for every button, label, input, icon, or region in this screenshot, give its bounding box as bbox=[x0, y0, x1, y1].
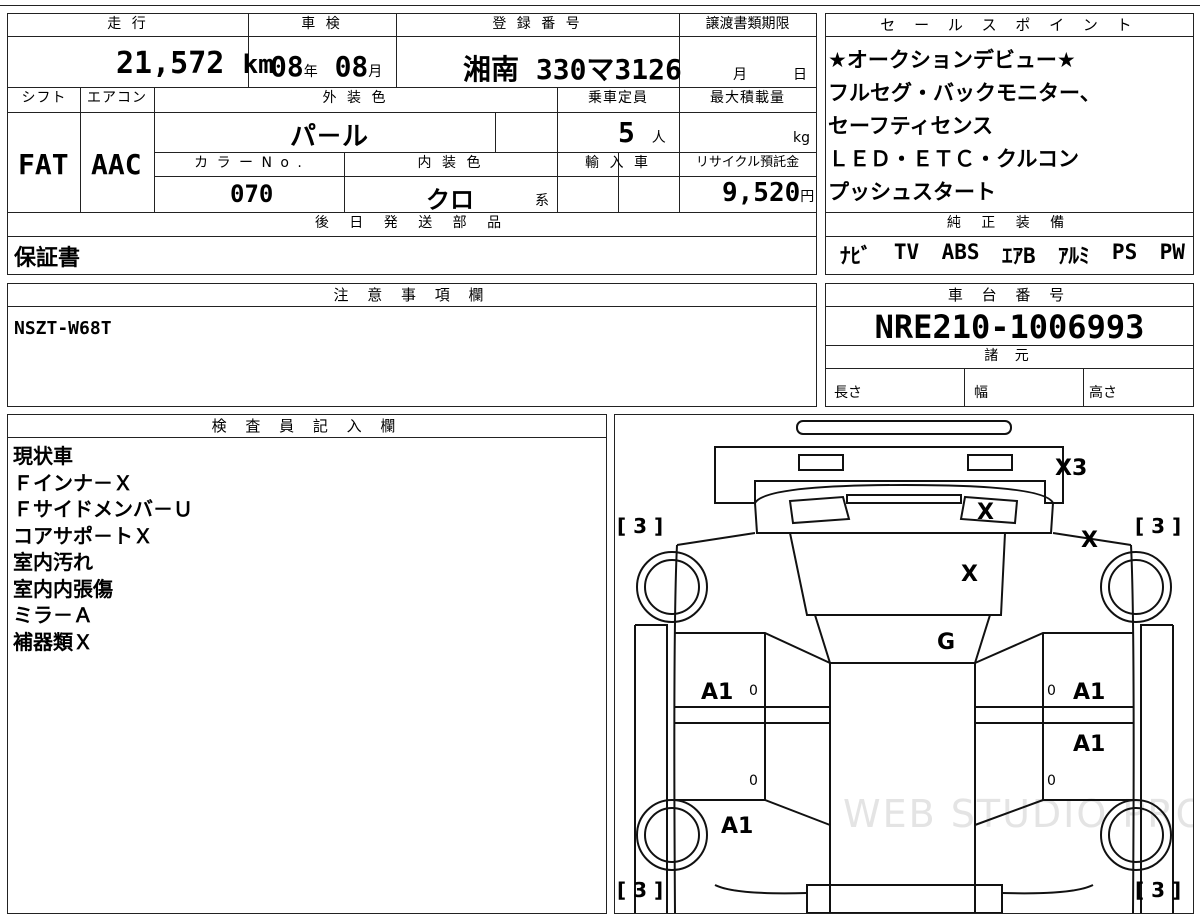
header-recycle: リサイクル預託金 bbox=[695, 155, 800, 170]
mark-rear-x3: X3 bbox=[1055, 456, 1087, 481]
header-notes: 注 意 事 項 欄 bbox=[8, 284, 816, 307]
sales-point-item: セーフティセンス bbox=[828, 114, 994, 138]
small-zero-3: 0 bbox=[749, 773, 758, 789]
header-shift: シフト bbox=[21, 90, 67, 106]
notes-box: 注 意 事 項 欄 NSZT-W68T bbox=[7, 283, 817, 407]
sales-point-item: ★オークションデビュー★ bbox=[828, 48, 1076, 72]
spec-height: 高さ bbox=[1089, 385, 1117, 401]
inspector-note-item: 現状車 bbox=[13, 444, 73, 468]
header-interior-color: 内 装 色 bbox=[417, 155, 484, 171]
header-exterior-color: 外 装 色 bbox=[322, 90, 389, 106]
inspector-note-item: 室内汚れ bbox=[13, 550, 93, 574]
spec-length: 長さ bbox=[834, 385, 862, 401]
header-later-parts: 後 日 発 送 部 品 bbox=[314, 215, 510, 231]
tire-top-left: [ 3 ] bbox=[617, 514, 663, 538]
sales-points-list: ★オークションデビュー★ フルセグ・バックモニター、 セーフティセンス ＬＥＤ・ＥＴＣ… bbox=[828, 44, 1101, 209]
mark-trunk-x: X bbox=[977, 500, 994, 525]
shift-value: FAT bbox=[18, 148, 69, 181]
capacity-value: 5 人 bbox=[618, 116, 666, 149]
max-load-unit: kg bbox=[793, 130, 810, 146]
mark-left-fender-a1: A1 bbox=[721, 814, 753, 839]
recycle-fee-value: 9,520円 bbox=[722, 178, 815, 208]
tire-top-right: [ 3 ] bbox=[1135, 514, 1181, 538]
exterior-color-value: パ－ル bbox=[290, 122, 369, 152]
registration-number: 湘南 330マ3126 bbox=[463, 53, 682, 86]
inspector-note-item: コアサポ－トＸ bbox=[13, 523, 153, 548]
top-cut-strip bbox=[0, 0, 1200, 6]
deadline-month: 月 bbox=[733, 67, 747, 83]
header-aircon: エアコン bbox=[87, 90, 147, 106]
inspector-note-item: Ｆインナ－Ｘ bbox=[13, 470, 133, 495]
header-genuine-equipment: 純 正 装 備 bbox=[946, 215, 1073, 231]
mark-right-front-door-a1: A1 bbox=[1073, 680, 1105, 705]
header-max-load: 最大積載量 bbox=[710, 90, 785, 106]
inspection-value: 08年 08月 bbox=[270, 50, 383, 83]
mark-right-rear-door-a1: A1 bbox=[1073, 732, 1105, 757]
deadline-day: 日 bbox=[793, 67, 807, 83]
header-chassis-number: 車 台 番 号 bbox=[826, 284, 1193, 307]
chassis-number-value: NRE210-1006993 bbox=[874, 308, 1145, 346]
sales-point-item: プッシュスタート bbox=[828, 180, 996, 204]
aircon-value: AAC bbox=[91, 148, 142, 181]
mileage-value: 21,572 km bbox=[116, 46, 274, 81]
mark-rear-side-x: X bbox=[1081, 528, 1098, 553]
inspector-note-item: Ｆサイドメンバ－Ｕ bbox=[13, 497, 193, 521]
small-zero-4: 0 bbox=[1047, 773, 1056, 789]
header-sales-points: セ ー ル ス ポ イ ン ト bbox=[826, 14, 1193, 37]
equipment-item: ﾅﾋﾞ bbox=[840, 244, 872, 268]
inspector-notes-list: 現状車 Ｆインナ－Ｘ Ｆサイドメンバ－Ｕ コアサポ－トＸ 室内汚れ 室内内張傷 ミラ－Ａ 補器… bbox=[13, 443, 193, 655]
color-no-value: 070 bbox=[230, 180, 274, 208]
inspection-year: 08 bbox=[270, 50, 304, 83]
vehicle-info-table: 走 行 車 検 登 録 番 号 譲渡書類期限 21,572 km 08年 08月… bbox=[7, 13, 817, 275]
later-parts-value: 保証書 bbox=[14, 246, 81, 271]
header-inspector: 検 査 員 記 入 欄 bbox=[8, 415, 606, 438]
notes-value: NSZT-W68T bbox=[14, 318, 112, 339]
inspector-note-item: 室内内張傷 bbox=[13, 576, 113, 601]
equipment-item: PS bbox=[1111, 240, 1138, 264]
header-color-no: カ ラ ー N o . bbox=[194, 155, 304, 171]
inspector-box: 検 査 員 記 入 欄 現状車 Ｆインナ－Ｘ Ｆサイドメンバ－Ｕ コアサポ－トＸ 室内汚… bbox=[7, 414, 607, 914]
inspection-month: 08 bbox=[334, 50, 369, 83]
tire-bottom-right: [ 3 ] bbox=[1135, 878, 1181, 902]
spec-width: 幅 bbox=[974, 385, 988, 401]
tire-bottom-left: [ 3 ] bbox=[617, 878, 663, 902]
small-zero-1: 0 bbox=[749, 683, 758, 699]
interior-suffix: 系 bbox=[535, 193, 549, 209]
mileage-number: 21,572 bbox=[116, 46, 225, 81]
inspector-note-item: ミラ－Ａ bbox=[13, 603, 93, 627]
header-capacity: 乗車定員 bbox=[588, 90, 648, 106]
equipment-item: PW bbox=[1159, 240, 1185, 264]
equipment-item: ABS bbox=[941, 240, 980, 264]
interior-color-value: クロ bbox=[426, 186, 474, 214]
car-diagram-box: WEB STUDIO PRO X3 X X X G A1 A1 A1 A1 [… bbox=[614, 414, 1194, 914]
header-transfer-deadline: 譲渡書類期限 bbox=[705, 16, 790, 32]
equipment-item: ｱﾙﾐ bbox=[1058, 244, 1090, 268]
mark-left-door-a1: A1 bbox=[701, 680, 733, 705]
header-mileage: 走 行 bbox=[107, 16, 149, 32]
small-zero-2: 0 bbox=[1047, 683, 1056, 699]
header-registration: 登 録 番 号 bbox=[492, 16, 583, 32]
mark-glass-g: G bbox=[937, 630, 955, 655]
sales-point-item: ＬＥＤ・ＥＴＣ・クルコン bbox=[828, 147, 1079, 171]
inspector-note-item: 補器類Ｘ bbox=[13, 629, 93, 654]
header-specs: 諸 元 bbox=[984, 348, 1035, 364]
equipment-row: ﾅﾋﾞ TV ABS ｴｱB ｱﾙﾐ PS PW bbox=[840, 240, 1185, 270]
car-diagram: WEB STUDIO PRO X3 X X X G A1 A1 A1 A1 [… bbox=[617, 420, 1193, 913]
equipment-item: ｴｱB bbox=[1001, 244, 1036, 268]
chassis-box: 車 台 番 号 NRE210-1006993 諸 元 長さ 幅 高さ bbox=[825, 283, 1194, 407]
mark-roof-x: X bbox=[961, 562, 978, 587]
header-import: 輸 入 車 bbox=[585, 155, 651, 171]
sales-point-item: フルセグ・バックモニター、 bbox=[828, 81, 1101, 105]
sales-points-box: セ ー ル ス ポ イ ン ト ★オークションデビュー★ フルセグ・バックモニター… bbox=[825, 13, 1194, 275]
equipment-item: TV bbox=[893, 240, 920, 264]
header-inspection: 車 検 bbox=[301, 16, 343, 32]
